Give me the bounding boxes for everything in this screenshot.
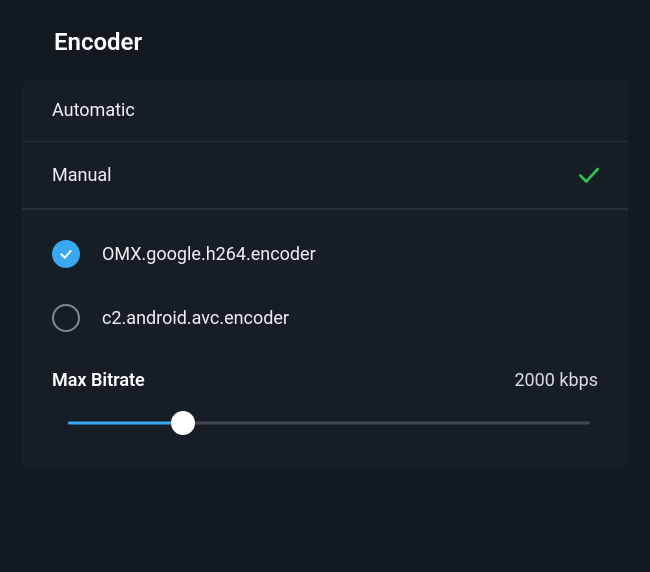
bitrate-slider[interactable]	[68, 411, 590, 435]
bitrate-section: Max Bitrate 2000 kbps	[22, 350, 628, 469]
radio-unselected-icon	[52, 304, 80, 332]
radio-selected-icon	[52, 240, 80, 268]
check-icon	[576, 162, 602, 188]
bitrate-header: Max Bitrate 2000 kbps	[52, 362, 598, 411]
encoder-card: Automatic Manual OMX.google.h264.encoder…	[22, 80, 628, 469]
slider-thumb[interactable]	[171, 411, 195, 435]
mode-option-automatic[interactable]: Automatic	[22, 80, 628, 142]
encoder-label-0: OMX.google.h264.encoder	[102, 244, 316, 265]
encoder-label-1: c2.android.avc.encoder	[102, 308, 289, 329]
page-title: Encoder	[0, 0, 650, 56]
bitrate-label: Max Bitrate	[52, 370, 145, 391]
bitrate-value: 2000 kbps	[514, 370, 598, 391]
mode-label-manual: Manual	[52, 165, 112, 186]
slider-fill	[68, 422, 183, 425]
encoder-option-0[interactable]: OMX.google.h264.encoder	[52, 222, 598, 286]
encoder-option-1[interactable]: c2.android.avc.encoder	[52, 286, 598, 350]
mode-option-manual[interactable]: Manual	[22, 142, 628, 209]
mode-label-automatic: Automatic	[52, 100, 135, 121]
encoder-list: OMX.google.h264.encoder c2.android.avc.e…	[22, 209, 628, 350]
